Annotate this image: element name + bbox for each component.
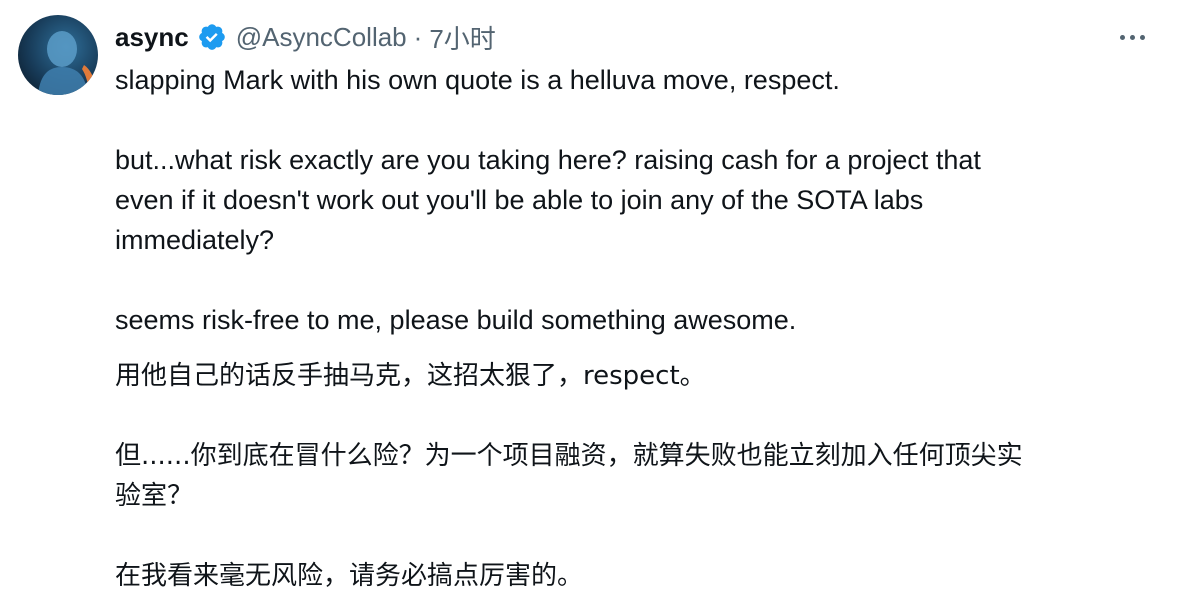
- separator-dot: ·: [413, 21, 423, 52]
- verified-badge-icon: [197, 22, 227, 52]
- tweet-text-line: slapping Mark with his own quote is a he…: [115, 65, 840, 95]
- translation-text-line: 但......你到底在冒什么险？为一个项目融资，就算失败也能立刻加入任何顶尖实: [115, 441, 1023, 471]
- tweet-text-line: seems risk-free to me, please build some…: [115, 305, 797, 335]
- tweet-card: async @AsyncCollab · 7小时 slapping Mark w…: [0, 0, 1186, 606]
- translation-text-line: 在我看来毫无风险，请务必搞点厉害的。: [115, 561, 584, 591]
- tweet-text-line: immediately?: [115, 225, 275, 255]
- timestamp[interactable]: 7小时: [429, 19, 495, 56]
- tweet-header: async @AsyncCollab · 7小时: [115, 18, 496, 56]
- more-options-icon[interactable]: [1112, 22, 1152, 52]
- tweet-text-line: even if it doesn't work out you'll be ab…: [115, 185, 924, 215]
- display-name[interactable]: async: [115, 22, 189, 53]
- translation-text-line: 用他自己的话反手抽马克，这招太狠了，respect。: [115, 361, 706, 391]
- avatar-image: [18, 15, 98, 95]
- tweet-text-line: but...what risk exactly are you taking h…: [115, 145, 981, 175]
- translation-text-line: 验室？: [115, 481, 194, 511]
- avatar[interactable]: [18, 15, 98, 95]
- user-handle[interactable]: @AsyncCollab: [236, 22, 407, 53]
